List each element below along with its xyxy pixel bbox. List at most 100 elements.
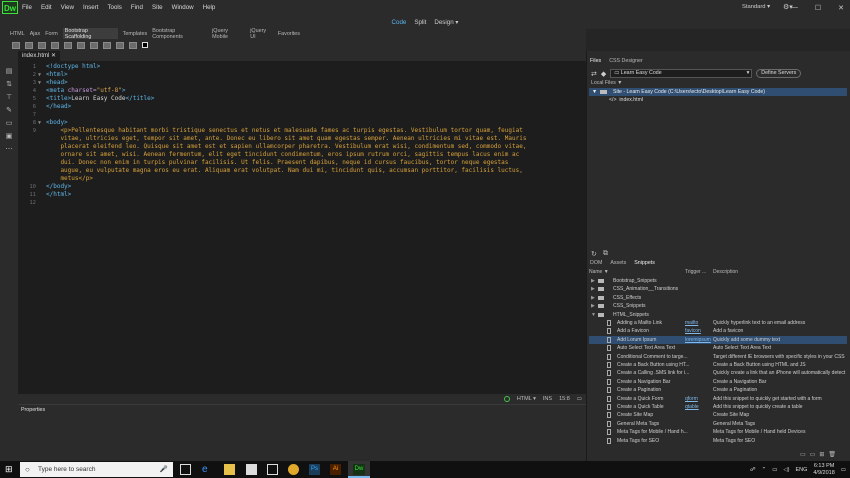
code-line[interactable]: <!doctype html> [46,63,100,71]
illustrator-icon[interactable]: Ai [330,464,341,475]
site-select[interactable]: ▭ Learn Easy Code ▾ [610,69,753,78]
insert-icon[interactable] [116,41,124,49]
fold-arrow-icon[interactable]: ▼ [38,80,41,86]
snippet-item[interactable]: Add Lorum Ipsum loremipsum Quickly add som… [589,335,847,344]
tab-assets[interactable]: Assets [610,260,626,266]
menu-item-find[interactable]: Find [131,4,143,11]
clock[interactable]: 6:13 PM 4/9/2018 [813,463,834,477]
insert-icon[interactable] [90,41,98,49]
code-line[interactable]: </head> [46,103,71,111]
snippet-item[interactable]: Create a Pagination Create a Pagination [589,386,847,394]
fold-arrow-icon[interactable]: ▼ [38,72,41,78]
insert-icon[interactable] [25,41,33,49]
brush-icon[interactable]: ✎ [6,106,12,114]
chevron-up-icon[interactable]: ⌃ [762,467,767,473]
window-size-icon[interactable]: ▭ [577,396,582,402]
insert-tab-html[interactable]: HTML [10,31,25,37]
snippet-item[interactable]: Add a Favicon favicon Add a favicon [589,327,847,335]
code-line[interactable]: <meta charset="utf-8"> [46,87,126,95]
workspace-switcher[interactable]: Standard ▾ [742,4,770,10]
snippet-actions[interactable]: ▭▭⊞🗑 [800,451,840,458]
fold-arrow-icon[interactable]: ▼ [38,120,41,126]
maximize-button[interactable]: ☐ [815,4,821,12]
code-line-paragraph[interactable]: dui. Donec non enim in turpis pulvinar f… [46,159,508,167]
refresh-icon[interactable]: ↻ [591,250,597,258]
chrome-icon[interactable] [288,464,299,475]
code-line[interactable]: <html> [46,71,68,79]
close-button[interactable]: ✕ [838,4,844,12]
code-line[interactable]: <body> [46,119,68,127]
code-line-paragraph[interactable]: vitae, ultricies eget, tempor sit amet, … [46,135,526,143]
tab-dom[interactable]: DOM [590,260,602,266]
menu-item-window[interactable]: Window [172,4,194,11]
document-tab[interactable]: index.html ✕ [18,51,61,61]
insert-tab-form[interactable]: Form [45,31,58,37]
taskbar-search-input[interactable]: ○ Type here to search 🎤 [20,462,173,477]
col-description[interactable]: Description [713,269,738,275]
snippet-folder[interactable]: ▶ CSS_Animation__Transitions [589,285,847,293]
insert-mode[interactable]: INS [543,396,552,402]
snippet-item[interactable]: Create a Navigation Bar Create a Navigati… [589,378,847,386]
insert-tab-templates[interactable]: Templates [123,31,148,37]
insert-icon[interactable] [77,41,85,49]
edge-icon[interactable]: e [202,464,213,475]
col-trigger[interactable]: Trigger ... [685,269,706,275]
linting-ok-icon[interactable] [503,396,510,402]
photoshop-icon[interactable]: Ps [309,464,320,475]
menu-item-site[interactable]: Site [152,4,163,11]
local-files-label[interactable]: Local Files ▼ [591,80,622,86]
tree-icon[interactable]: ⊤ [6,93,12,101]
code-view-button[interactable]: Code [392,19,407,26]
dreamweaver-taskbar-button[interactable]: Dw [348,461,370,478]
col-name[interactable]: Name ▼ [589,269,609,275]
volume-icon[interactable]: ◁) [783,467,789,473]
code-line-paragraph[interactable]: metus</p> [46,175,93,183]
code-line-paragraph[interactable]: augue, eu vulputate magna eros eu erat. … [46,167,522,175]
code-editor[interactable]: 1 <!doctype html> 2 ▼ <html> 3 ▼ <head> 4 <meta c… [18,61,586,394]
more-icon[interactable]: ⋯ [6,145,13,153]
design-view-button[interactable]: Design ▾ [434,19,458,26]
menu-item-tools[interactable]: Tools [107,4,121,11]
insert-icon[interactable] [103,41,111,49]
snippet-item[interactable]: Meta Tags for SEO Meta Tags for SEO [589,437,847,445]
snippet-folder[interactable]: ▶ CSS_Snippets [589,302,847,310]
mail-icon[interactable] [267,464,278,475]
code-line[interactable]: <head> [46,79,68,87]
snippet-folder[interactable]: ▶ CSS_Effects [589,294,847,302]
file-icon[interactable]: ▤ [6,67,13,75]
code-line[interactable]: </html> [46,191,71,199]
snippet-item[interactable]: Adding a Mailto Link mailto Quickly hyperl… [589,319,847,327]
menu-item-view[interactable]: View [61,4,74,11]
snippet-item[interactable]: Auto Select Text Area Text Auto Select Te… [589,344,847,352]
connect-icon[interactable]: ⇄ [591,70,597,78]
split-view-button[interactable]: Split [414,19,426,26]
snippet-item[interactable]: Create a Back Button using HT... Create a… [589,361,847,369]
gear-icon[interactable]: ◆ [601,70,606,78]
insert-icon[interactable] [142,42,148,48]
site-root-item[interactable]: ▼ Site - Learn Easy Code (C:\Users\ecto\D… [589,88,847,96]
snippet-folder[interactable]: ▼ HTML_Snippets [589,311,847,319]
code-line[interactable]: </body> [46,183,71,191]
windows-start-icon[interactable]: ⊞ [5,464,13,475]
menu-item-file[interactable]: File [22,4,32,11]
menu-item-help[interactable]: Help [203,4,216,11]
insert-tab-ajax[interactable]: Ajax [30,31,41,37]
insert-icon[interactable] [64,41,72,49]
notifications-icon[interactable]: ▭ [841,467,846,473]
insert-tab-favorites[interactable]: Favorites [278,31,300,37]
snippet-item[interactable]: Create a Quick Table qtable Add this snipp… [589,403,847,411]
snippet-item[interactable]: Meta Tags for Mobile / Hand h... Meta Tag… [589,428,847,436]
code-line-paragraph[interactable]: <p>Pellentesque habitant morbi tristique… [46,127,522,135]
snippet-item[interactable]: Create Site Map Create Site Map [589,411,847,419]
insert-icon[interactable] [38,41,46,49]
code-line[interactable]: <title>Learn Easy Code</title> [46,95,154,103]
snippet-folder[interactable]: ▶ Bootstrap_Snippets [589,277,847,285]
code-line-paragraph[interactable]: ornare sit amet, wisi. Aenean fermentum,… [46,151,519,159]
define-servers-button[interactable]: Define Servers [756,69,802,78]
snippet-item[interactable]: Conditional Comment to targe... Target di… [589,353,847,361]
arrows-icon[interactable]: ⇅ [6,80,12,88]
tab-files[interactable]: Files [590,58,601,64]
language-indicator[interactable]: ENG [795,467,807,473]
comment-icon[interactable]: ▭ [6,119,13,127]
snippet-item[interactable]: General Meta Tags General Meta Tags [589,420,847,428]
